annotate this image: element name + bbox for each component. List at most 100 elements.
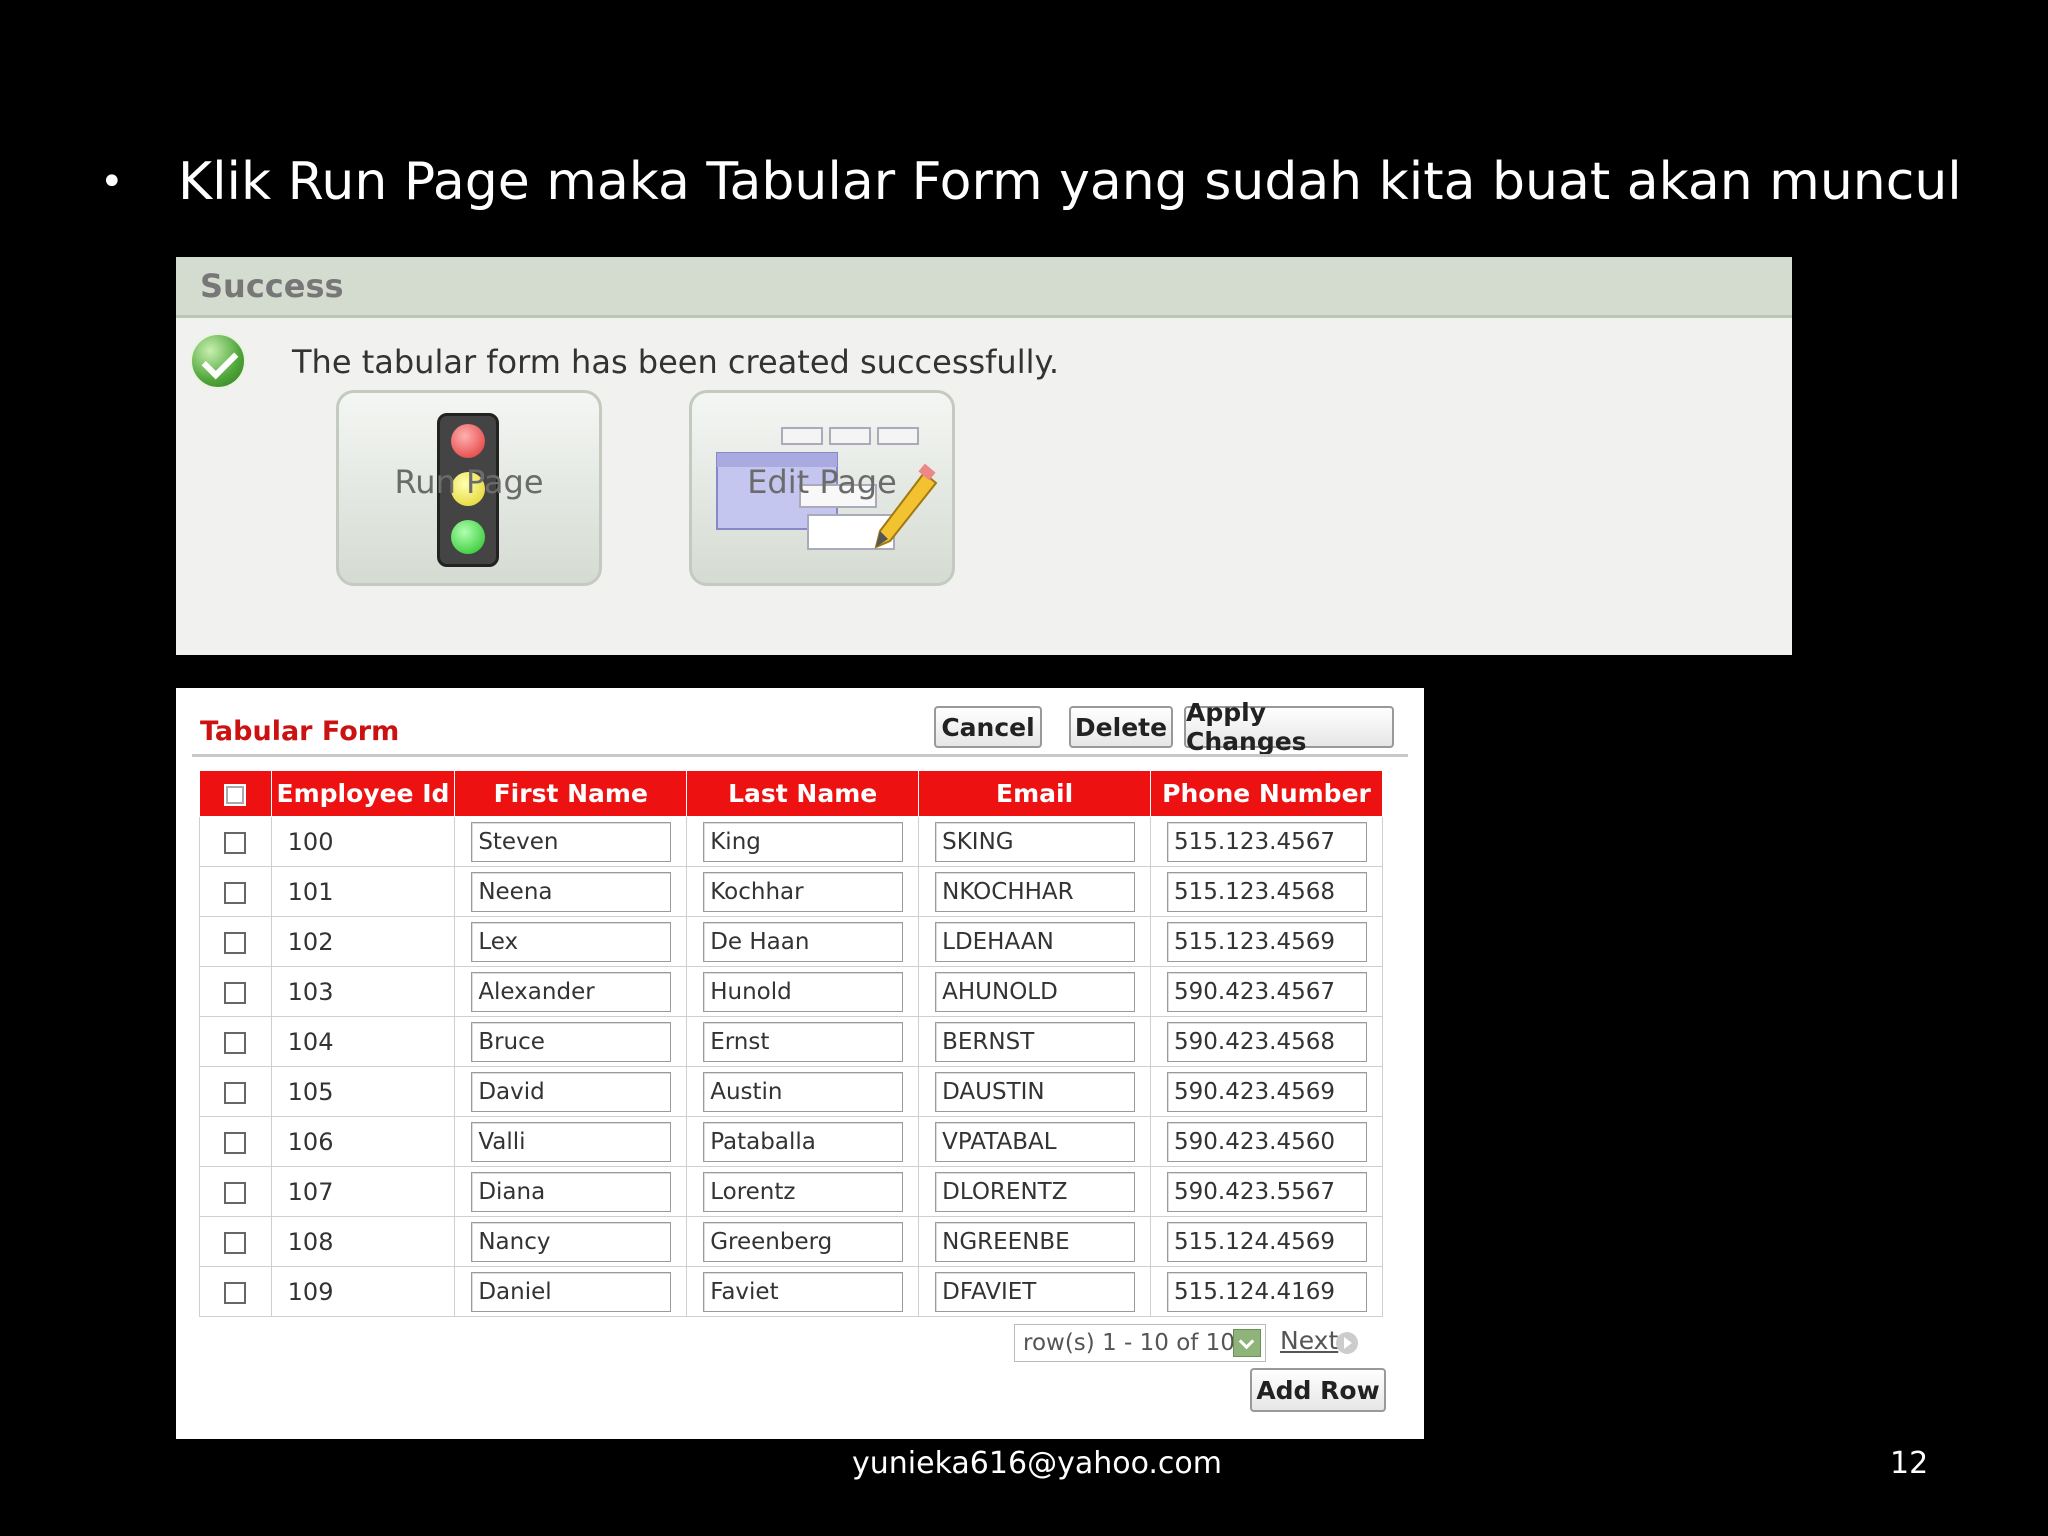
cancel-button[interactable]: Cancel [934,706,1042,748]
row-checkbox[interactable] [224,1131,247,1154]
email-input[interactable] [935,1021,1136,1062]
first-name-input[interactable] [471,1121,672,1162]
row-checkbox[interactable] [224,1231,247,1254]
success-message: The tabular form has been created succes… [292,343,1060,381]
next-arrow-icon[interactable] [1336,1332,1358,1354]
column-header[interactable]: Phone Number [1150,770,1383,817]
email-input[interactable] [935,921,1136,962]
table-row: 109 [199,1266,1383,1317]
last-name-input[interactable] [703,1171,904,1212]
phone-number-input[interactable] [1167,1121,1368,1162]
tabular-form-title: Tabular Form [200,716,400,747]
first-name-cell [454,916,688,967]
phone-number-input[interactable] [1167,1221,1368,1262]
table-row: 102 [199,916,1383,967]
first-name-input[interactable] [471,971,672,1012]
email-input[interactable] [935,871,1136,912]
email-input[interactable] [935,1071,1136,1112]
email-input[interactable] [935,1271,1136,1312]
last-name-input[interactable] [703,1221,904,1262]
email-cell [918,1016,1152,1067]
phone-number-input[interactable] [1167,871,1368,912]
phone-number-input[interactable] [1167,1171,1368,1212]
employee-table: Employee Id First Name Last Name Email P… [199,770,1383,1317]
row-checkbox[interactable] [224,1181,247,1204]
first-name-cell [454,1166,688,1217]
last-name-cell [686,816,920,867]
last-name-input[interactable] [703,871,904,912]
pagination-select[interactable]: row(s) 1 - 10 of 107 [1014,1324,1266,1362]
phone-number-input[interactable] [1167,1271,1368,1312]
first-name-input[interactable] [471,1271,672,1312]
first-name-input[interactable] [471,1021,672,1062]
phone-number-input[interactable] [1167,821,1368,862]
first-name-input[interactable] [471,821,672,862]
select-all-checkbox[interactable] [224,784,247,806]
employee-id-cell: 101 [270,866,456,917]
row-checkbox[interactable] [224,881,247,904]
column-header[interactable]: Email [918,770,1152,817]
first-name-input[interactable] [471,921,672,962]
table-row: 104 [199,1016,1383,1067]
row-checkbox[interactable] [224,831,247,854]
table-row: 100 [199,816,1383,867]
email-cell [918,866,1152,917]
email-input[interactable] [935,821,1136,862]
phone-cell [1150,916,1383,967]
email-input[interactable] [935,1121,1136,1162]
employee-id-cell: 108 [270,1216,456,1267]
phone-number-input[interactable] [1167,971,1368,1012]
first-name-cell [454,1266,688,1317]
row-select-cell [199,1066,272,1117]
phone-number-input[interactable] [1167,1021,1368,1062]
row-select-cell [199,916,272,967]
phone-cell [1150,966,1383,1017]
employee-id-cell: 103 [270,966,456,1017]
last-name-input[interactable] [703,971,904,1012]
apply-changes-button[interactable]: Apply Changes [1184,698,1394,756]
row-checkbox[interactable] [224,1031,247,1054]
column-header[interactable]: First Name [454,770,688,817]
email-input[interactable] [935,1221,1136,1262]
row-checkbox[interactable] [224,1081,247,1104]
first-name-input[interactable] [471,871,672,912]
row-checkbox[interactable] [224,1281,247,1304]
phone-cell [1150,1266,1383,1317]
phone-cell [1150,1116,1383,1167]
column-header[interactable]: Last Name [686,770,920,817]
add-row-button[interactable]: Add Row [1250,1368,1386,1412]
next-link[interactable]: Next [1280,1326,1338,1355]
email-input[interactable] [935,1171,1136,1212]
employee-id-cell: 102 [270,916,456,967]
tabular-form-panel: Tabular Form Cancel Delete Apply Changes… [176,688,1424,1439]
column-header[interactable]: Employee Id [270,770,456,817]
phone-number-input[interactable] [1167,921,1368,962]
edit-page-label[interactable]: Edit Page [672,463,972,501]
first-name-input[interactable] [471,1221,672,1262]
table-header-row: Employee Id First Name Last Name Email P… [199,770,1383,817]
last-name-cell [686,1216,920,1267]
first-name-input[interactable] [471,1071,672,1112]
chevron-down-icon[interactable] [1233,1329,1261,1357]
last-name-input[interactable] [703,1271,904,1312]
first-name-cell [454,966,688,1017]
phone-number-input[interactable] [1167,1071,1368,1112]
table-row: 101 [199,866,1383,917]
row-checkbox[interactable] [224,981,247,1004]
first-name-input[interactable] [471,1171,672,1212]
last-name-input[interactable] [703,1021,904,1062]
last-name-input[interactable] [703,1121,904,1162]
last-name-cell [686,1116,920,1167]
employee-id-cell: 106 [270,1116,456,1167]
delete-button[interactable]: Delete [1069,706,1173,748]
phone-cell [1150,866,1383,917]
last-name-cell [686,866,920,917]
last-name-input[interactable] [703,1071,904,1112]
last-name-input[interactable] [703,921,904,962]
row-checkbox[interactable] [224,931,247,954]
first-name-cell [454,1016,688,1067]
run-page-label[interactable]: Run Page [319,463,619,501]
last-name-input[interactable] [703,821,904,862]
email-input[interactable] [935,971,1136,1012]
bullet-point: • [100,159,124,205]
